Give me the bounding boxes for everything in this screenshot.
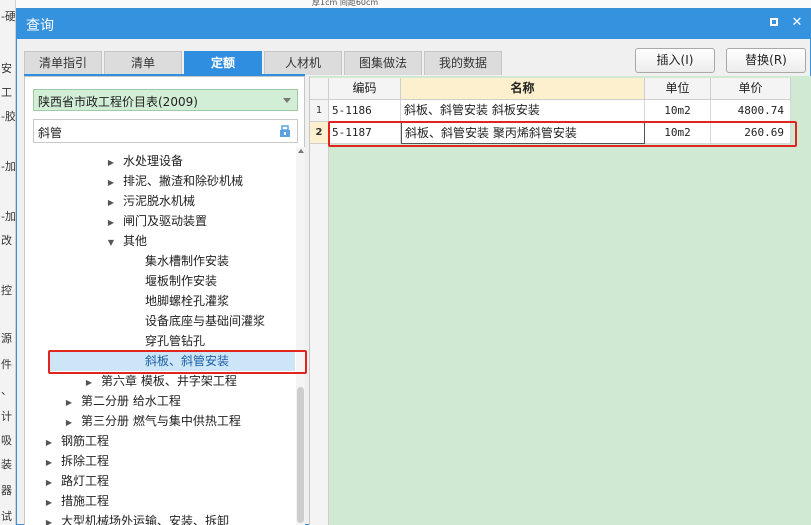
background-fragment: 控	[1, 284, 12, 297]
background-fragment: 安	[1, 62, 12, 75]
chevron-down-icon[interactable]	[283, 98, 291, 103]
expand-arrow-icon[interactable]: ▶	[43, 513, 55, 525]
expand-arrow-icon[interactable]: ▶	[83, 373, 95, 393]
dialog-title-bar[interactable]: 查询 ✕	[17, 9, 810, 39]
tree-node-sludge-skimming[interactable]: ▶ 排泥、撇渣和除砂机械	[105, 171, 243, 191]
expand-arrow-icon[interactable]: ▶	[105, 153, 117, 173]
background-fragment: 计	[1, 410, 12, 423]
tab-bill-guide[interactable]: 清单指引	[24, 51, 102, 75]
background-fragment: -胶	[1, 110, 16, 123]
tree-node-water-trough[interactable]: 集水槽制作安装	[127, 251, 229, 271]
grid-corner	[310, 78, 329, 100]
tree-node-other[interactable]: ▼ 其他	[105, 231, 147, 251]
expand-arrow-icon[interactable]: ▶	[105, 193, 117, 213]
query-dialog: 查询 ✕ 清单指引 清单 定额 人材机 图集做法 我的数据 插入(I) 替换(R…	[16, 8, 811, 525]
scroll-up-icon[interactable]	[298, 149, 304, 153]
tree-node-inclined-plate-tube[interactable]: 斜板、斜管安装	[49, 351, 295, 371]
expand-arrow-icon[interactable]: ▶	[63, 393, 75, 413]
tree-node-gates[interactable]: ▶ 闸门及驱动装置	[105, 211, 207, 231]
tab-bill[interactable]: 清单	[104, 51, 182, 75]
column-header-code[interactable]: 编码	[329, 78, 401, 100]
tree-node-sludge-dewatering[interactable]: ▶ 污泥脱水机械	[105, 191, 195, 211]
tree-node-measures[interactable]: ▶ 措施工程	[43, 491, 109, 511]
column-header-name[interactable]: 名称	[401, 78, 645, 100]
close-icon[interactable]: ✕	[788, 14, 806, 32]
background-fragment: 试	[1, 510, 12, 523]
library-select-value: 陕西省市政工程价目表(2009)	[38, 95, 198, 109]
background-fragment: 改	[1, 234, 12, 247]
tab-my-data[interactable]: 我的数据	[424, 51, 502, 75]
column-header-unit[interactable]: 单位	[645, 78, 711, 100]
insert-button[interactable]: 插入(I)	[635, 48, 715, 73]
background-top-text: 厚1cm 间距60cm	[312, 0, 379, 7]
expand-arrow-icon[interactable]: ▶	[43, 473, 55, 493]
column-header-price[interactable]: 单价	[711, 78, 791, 100]
tree-node-demolition[interactable]: ▶ 拆除工程	[43, 451, 109, 471]
dialog-title: 查询	[26, 18, 54, 34]
expand-arrow-icon[interactable]: ▶	[43, 453, 55, 473]
cell-code[interactable]: 5-1187	[329, 122, 401, 144]
background-fragment: 源	[1, 332, 12, 345]
row-header-column	[310, 100, 329, 525]
tree-node-water-treatment[interactable]: ▶ 水处理设备	[105, 151, 183, 171]
tree-node-rebar[interactable]: ▶ 钢筋工程	[43, 431, 109, 451]
expand-arrow-icon[interactable]: ▶	[105, 213, 117, 233]
quota-tree: ▶ 水处理设备 ▶ 排泥、撇渣和除砂机械 ▶ 污泥脱水机械 ▶ 闸门及驱动装置 ▼ 其他 …	[25, 147, 295, 525]
tree-scrollbar[interactable]	[296, 147, 305, 525]
quota-result-grid: 编码 名称 单位 单价 1 5-1186 斜板、斜管安装 斜板安装 10m2 4…	[309, 76, 811, 525]
background-fragment: -加	[1, 160, 16, 173]
tree-node-street-light[interactable]: ▶ 路灯工程	[43, 471, 109, 491]
cell-unit[interactable]: 10m2	[645, 122, 711, 144]
library-select[interactable]: 陕西省市政工程价目表(2009)	[33, 89, 298, 111]
cell-code[interactable]: 5-1186	[329, 100, 401, 122]
cell-name[interactable]: 斜板、斜管安装 斜板安装	[401, 100, 645, 122]
background-fragment: 件	[1, 358, 12, 371]
background-fragment: -硬	[1, 10, 16, 23]
replace-button[interactable]: 替换(R)	[726, 48, 806, 73]
cell-unit[interactable]: 10m2	[645, 100, 711, 122]
background-fragment: 器	[1, 484, 12, 497]
cell-price[interactable]: 260.69	[711, 122, 791, 144]
collapse-arrow-icon[interactable]: ▼	[105, 233, 117, 253]
expand-arrow-icon[interactable]: ▶	[43, 433, 55, 453]
tree-node-large-machinery[interactable]: ▶ 大型机械场外运输、安装、拆卸	[43, 511, 229, 525]
search-input-value: 斜管	[38, 126, 63, 140]
tree-node-chapter-6[interactable]: ▶ 第六章 模板、井字架工程	[83, 371, 237, 391]
expand-arrow-icon[interactable]: ▶	[43, 493, 55, 513]
background-fragment: 工	[1, 86, 12, 99]
expand-arrow-icon[interactable]: ▶	[63, 413, 75, 433]
background-left-strip: -硬安工 -胶 -加 -加改控源件、计吸装器试	[0, 0, 16, 525]
row-number[interactable]: 1	[310, 100, 329, 122]
tab-labor-material-machine[interactable]: 人材机	[264, 51, 342, 75]
cell-price[interactable]: 4800.74	[711, 100, 791, 122]
background-fragment: 吸	[1, 434, 12, 447]
quota-tree-panel: 陕西省市政工程价目表(2009) 斜管 ▶ 水处理设备 ▶ 排泥、撇渣和除砂机械 ▶…	[24, 76, 307, 525]
tab-atlas-method[interactable]: 图集做法	[344, 51, 422, 75]
search-filter-icon[interactable]	[278, 124, 292, 138]
tab-quota[interactable]: 定额	[184, 51, 262, 75]
search-input[interactable]: 斜管	[33, 119, 298, 143]
scroll-thumb[interactable]	[297, 387, 304, 523]
expand-arrow-icon[interactable]: ▶	[105, 173, 117, 193]
tree-node-volume-2[interactable]: ▶ 第二分册 给水工程	[63, 391, 181, 411]
tree-node-anchor-bolt-grouting[interactable]: 地脚螺栓孔灌浆	[127, 291, 229, 311]
cell-name[interactable]: 斜板、斜管安装 聚丙烯斜管安装	[401, 122, 645, 144]
background-fragment: 、	[1, 384, 12, 397]
tree-node-base-grouting[interactable]: 设备底座与基础间灌浆	[127, 311, 265, 331]
tree-node-weir-plate[interactable]: 堰板制作安装	[127, 271, 217, 291]
row-number[interactable]: 2	[310, 122, 329, 144]
background-fragment: 装	[1, 458, 12, 471]
background-fragment: -加	[1, 210, 16, 223]
tree-node-pipe-drilling[interactable]: 穿孔管钻孔	[127, 331, 205, 351]
tree-node-volume-3[interactable]: ▶ 第三分册 燃气与集中供热工程	[63, 411, 241, 431]
background-header-strip: 厚1cm 间距60cm	[16, 0, 811, 8]
maximize-icon[interactable]	[765, 14, 783, 32]
